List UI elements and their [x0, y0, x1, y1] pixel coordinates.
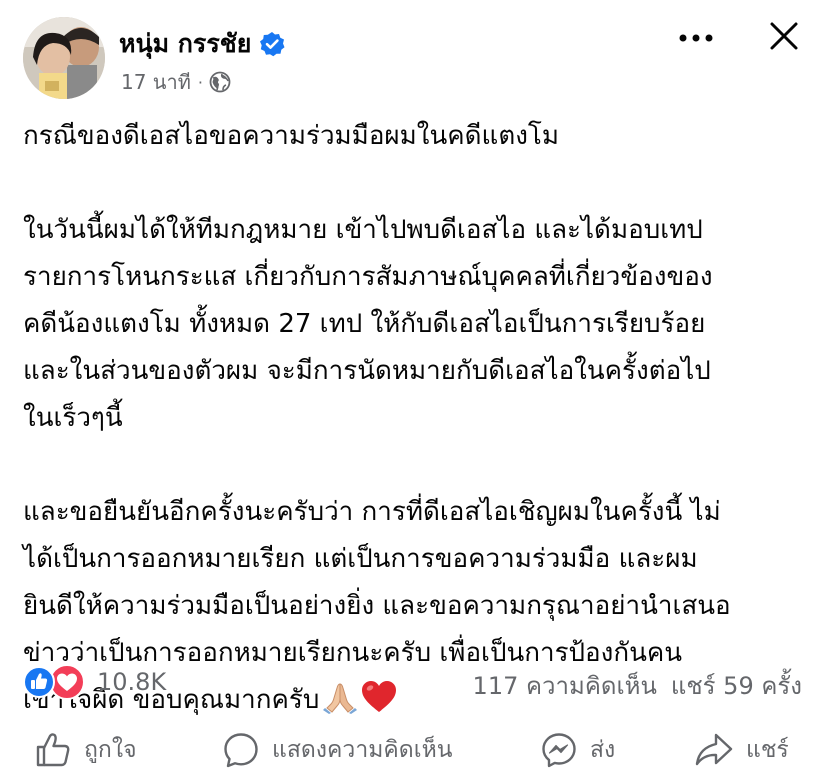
author-line: หนุ่ม กรรชัย [119, 26, 285, 62]
author-name[interactable]: หนุ่ม กรรชัย [119, 24, 251, 64]
comment-label: แสดงความคิดเห็น [272, 737, 453, 763]
close-button[interactable] [762, 14, 806, 58]
post-paragraph: ในวันนี้ผมได้ให้ทีมกฎหมาย เข้าไปพบดีเอสไ… [23, 215, 713, 433]
share-button[interactable]: แชร์ [694, 728, 789, 772]
globe-icon [209, 71, 231, 93]
like-icon [36, 733, 70, 767]
like-label: ถูกใจ [84, 737, 137, 763]
comment-icon [224, 733, 258, 768]
post-text: กรณีของดีเอสไอขอความร่วมมือผมในคดีแตงโม … [23, 113, 813, 730]
share-label: แชร์ [746, 737, 789, 763]
post-paragraph-title: กรณีของดีเอสไอขอความร่วมมือผมในคดีแตงโม [23, 121, 559, 151]
verified-badge-icon [259, 31, 285, 57]
close-icon [770, 22, 798, 50]
reaction-count: 10.8K [97, 668, 167, 696]
comment-button[interactable]: แสดงความคิดเห็น [222, 728, 452, 772]
action-bar: ถูกใจ แสดงความคิดเห็น ส่ง แชร์ [0, 720, 828, 780]
reaction-icons [23, 664, 91, 700]
comment-share-counts: 117 ความคิดเห็น แชร์ 59 ครั้ง [473, 666, 802, 705]
facebook-post: หนุ่ม กรรชัย 17 นาที · กรณีของดีเอสไอขอค… [0, 0, 828, 781]
avatar[interactable] [23, 17, 105, 99]
messenger-icon [542, 733, 576, 768]
more-options-button[interactable] [672, 20, 720, 56]
send-label: ส่ง [590, 737, 616, 763]
shares-count[interactable]: แชร์ 59 ครั้ง [671, 666, 802, 705]
reactions-summary[interactable]: 10.8K [23, 664, 166, 700]
engagement-summary: 10.8K 117 ความคิดเห็น แชร์ 59 ครั้ง [0, 660, 828, 704]
post-meta: 17 นาที · [121, 66, 231, 98]
share-icon [695, 733, 733, 766]
avatar-photo [23, 17, 105, 99]
like-button[interactable]: ถูกใจ [34, 728, 137, 772]
post-time[interactable]: 17 นาที [121, 66, 191, 98]
post-header: หนุ่ม กรรชัย 17 นาที · [0, 0, 828, 110]
meta-separator: · [197, 72, 203, 92]
comments-count[interactable]: 117 ความคิดเห็น [473, 666, 657, 705]
send-button[interactable]: ส่ง [540, 728, 615, 772]
like-reaction-icon [23, 666, 55, 698]
more-horizontal-icon [679, 34, 713, 42]
